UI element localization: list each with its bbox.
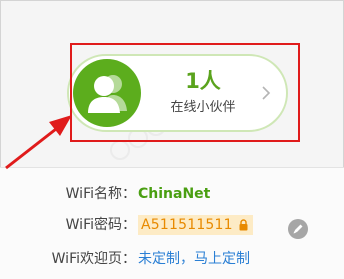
wifi-welcome-label: WiFi欢迎页： [51,251,136,267]
wifi-welcome-row: WiFi欢迎页： 未定制，马上定制 [0,248,344,270]
online-subtitle: 在线小伙伴 [170,100,236,115]
lock-icon [239,219,248,231]
online-count: 1人 [185,69,221,93]
edit-password-button[interactable] [288,219,308,239]
wifi-password-badge: A511511511 [138,215,253,235]
wifi-name-row: WiFi名称： ChinaNet [0,183,344,205]
wifi-password-label: WiFi密码： [65,217,136,233]
user-group-icon [73,59,141,127]
wifi-password-value: A511511511 [141,217,233,233]
wifi-password-field: A511511511 [138,214,253,236]
pencil-icon [293,224,303,234]
chevron-right-icon[interactable] [259,85,273,101]
customize-welcome-link[interactable]: 未定制，马上定制 [138,248,250,270]
wifi-name-label: WiFi名称： [65,186,136,202]
wifi-name-value: ChinaNet [138,186,211,202]
section-divider [0,167,344,168]
